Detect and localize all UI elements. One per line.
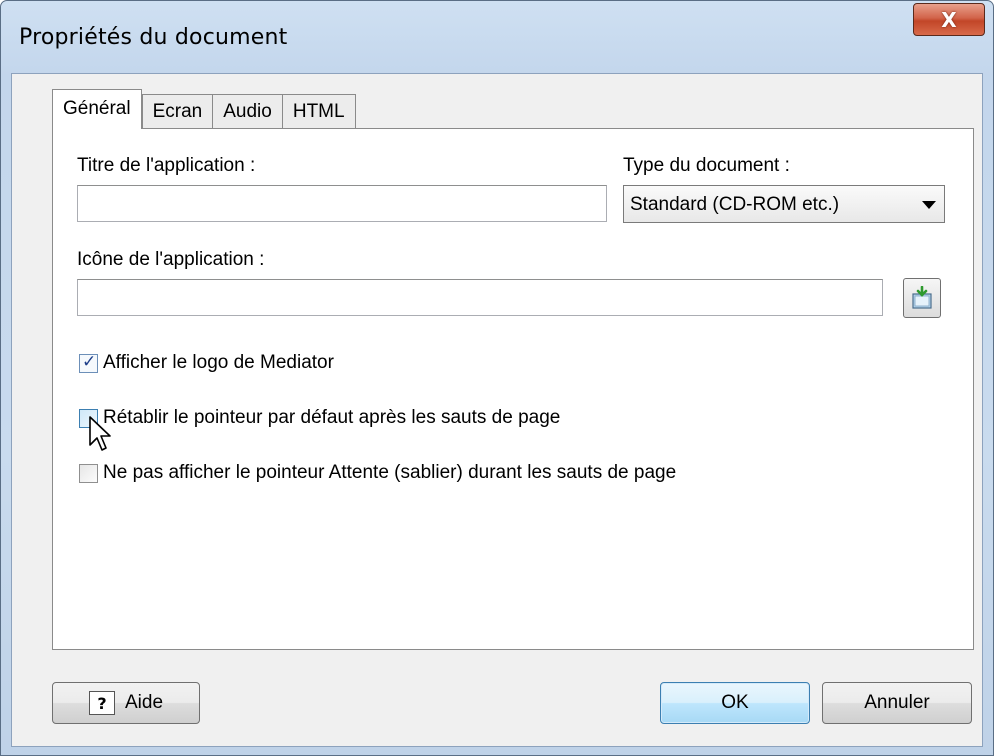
- doc-type-select[interactable]: Standard (CD-ROM etc.): [623, 185, 945, 223]
- close-icon: X: [941, 7, 957, 32]
- show-logo-label[interactable]: Afficher le logo de Mediator: [103, 352, 334, 374]
- tab-general[interactable]: Général: [52, 89, 142, 129]
- app-title-input[interactable]: [77, 185, 607, 222]
- restore-pointer-label[interactable]: Rétablir le pointeur par défaut après le…: [103, 407, 560, 429]
- hide-wait-pointer-label[interactable]: Ne pas afficher le pointeur Attente (sab…: [103, 462, 676, 484]
- app-icon-label: Icône de l'application :: [77, 249, 265, 270]
- cancel-button-label: Annuler: [864, 692, 930, 713]
- hide-wait-pointer-checkbox[interactable]: [79, 464, 98, 483]
- doc-type-selected-value: Standard (CD-ROM etc.): [630, 194, 840, 215]
- open-file-icon: [912, 286, 932, 309]
- tab-ecran[interactable]: Ecran: [141, 94, 214, 129]
- cancel-button[interactable]: Annuler: [822, 682, 972, 724]
- checkmark-icon: ✓: [82, 352, 97, 372]
- window-title: Propriétés du document: [19, 25, 288, 50]
- doc-type-label: Type du document :: [623, 155, 790, 176]
- dialog-window: Propriétés du document X Général Ecran A…: [0, 0, 994, 756]
- dropdown-arrow-icon: [922, 201, 936, 209]
- tab-html[interactable]: HTML: [281, 94, 356, 129]
- browse-icon-button[interactable]: [903, 278, 941, 318]
- ok-button[interactable]: OK: [660, 682, 810, 724]
- help-icon: ?: [88, 691, 115, 715]
- app-icon-input[interactable]: [77, 279, 883, 316]
- app-title-label: Titre de l'application :: [77, 155, 256, 176]
- help-button-label: Aide: [124, 692, 164, 713]
- help-button[interactable]: ? Aide: [52, 682, 200, 724]
- show-logo-checkbox[interactable]: ✓: [79, 352, 98, 373]
- general-tab-panel: Titre de l'application : Type du documen…: [52, 128, 974, 650]
- title-bar[interactable]: Propriétés du document X: [1, 1, 993, 73]
- tab-audio[interactable]: Audio: [212, 94, 283, 129]
- ok-button-label: OK: [721, 692, 749, 713]
- close-button[interactable]: X: [913, 3, 985, 36]
- mouse-pointer-icon: [89, 416, 111, 451]
- tab-strip: Général Ecran Audio HTML: [52, 89, 356, 129]
- dialog-client-area: Général Ecran Audio HTML Titre de l'appl…: [11, 73, 983, 747]
